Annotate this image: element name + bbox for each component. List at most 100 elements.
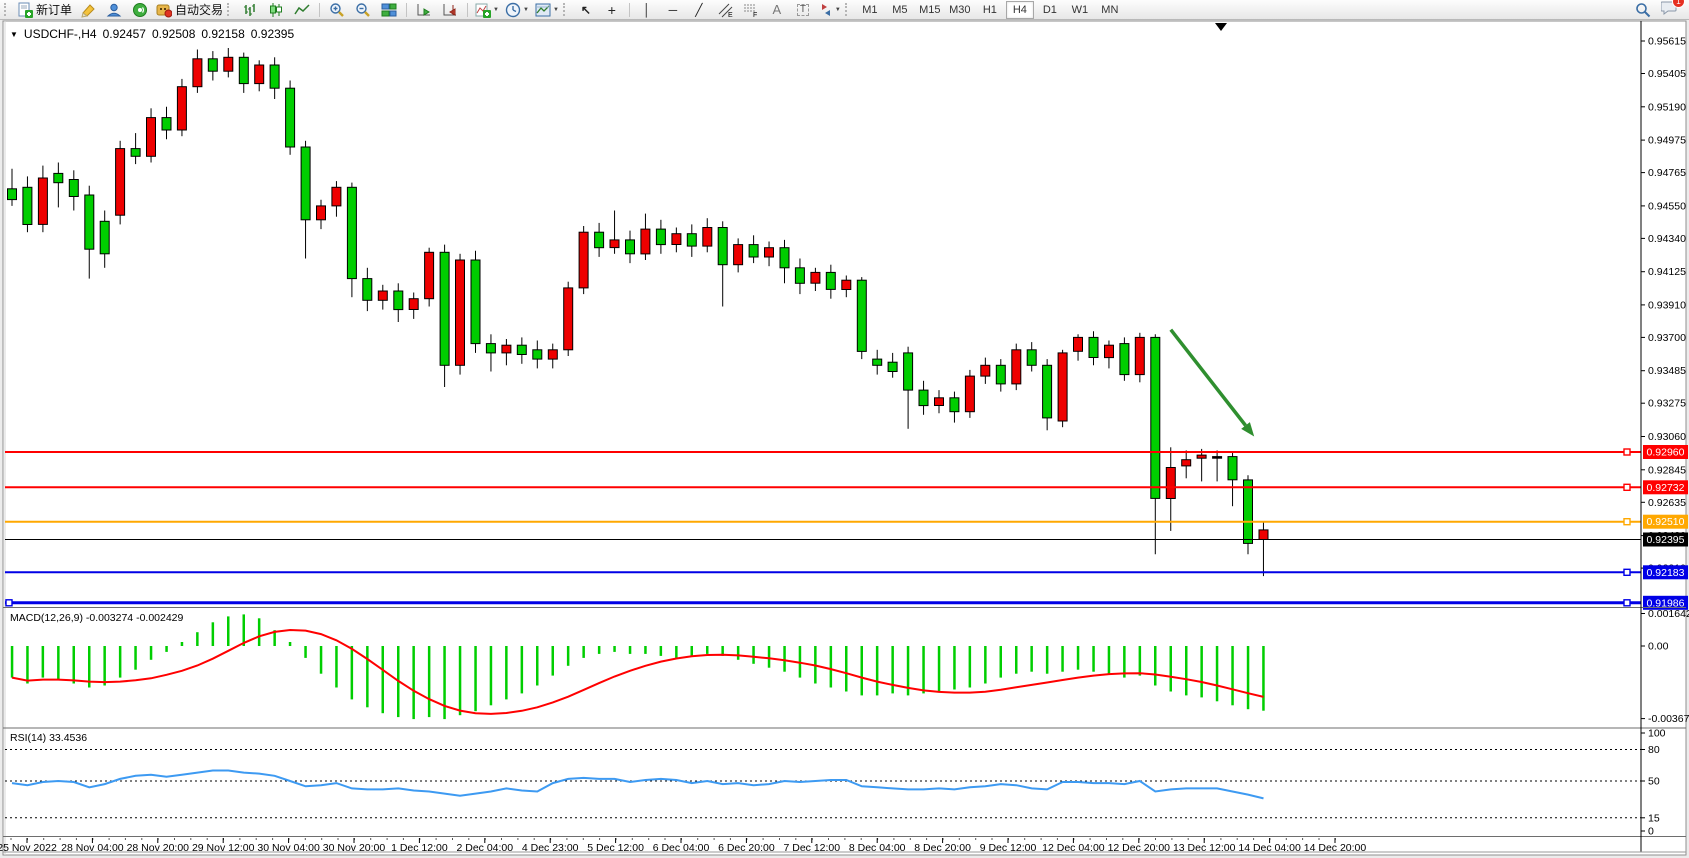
toolbar-separator <box>319 3 320 17</box>
candle-body <box>317 206 326 220</box>
line-handle[interactable] <box>6 600 12 606</box>
macd-histogram-bar <box>984 646 987 684</box>
line-chart-button[interactable] <box>289 0 315 20</box>
macd-histogram-bar <box>289 642 292 646</box>
text-button[interactable]: A <box>764 0 790 20</box>
periods-button[interactable]: ▼ <box>502 0 532 20</box>
timeframe-button-M15[interactable]: M15 <box>916 1 944 19</box>
price-tick-label: 0.94975 <box>1648 135 1686 147</box>
candle-body <box>208 59 217 71</box>
svg-text:0.92395: 0.92395 <box>1647 534 1685 546</box>
time-tick-label: 6 Dec 04:00 <box>653 842 710 854</box>
arrows-button[interactable]: ▼ <box>816 0 844 20</box>
candle-body <box>23 187 32 224</box>
indicators-button[interactable]: ▼ <box>472 0 502 20</box>
toolbar-grip[interactable] <box>227 3 234 16</box>
ohlc-close: 0.92395 <box>251 27 294 41</box>
horizontal-line-button[interactable]: ─ <box>660 0 686 20</box>
bar-chart-button[interactable] <box>237 0 263 20</box>
time-tick-label: 14 Dec 20:00 <box>1304 842 1367 854</box>
price-tick-label: 0.92845 <box>1648 464 1686 476</box>
candle-body <box>904 353 913 390</box>
macd-histogram-bar <box>1092 646 1095 672</box>
main-toolbar: 新订单 自动交易 ▼ ▼ <box>0 0 1689 20</box>
candlestick-chart-button[interactable] <box>263 0 289 20</box>
chat-button[interactable]: 1 <box>1661 0 1678 20</box>
candle-body <box>965 376 974 412</box>
community-icon <box>106 2 122 18</box>
time-tick-label: 7 Dec 12:00 <box>783 842 840 854</box>
timeframe-button-D1[interactable]: D1 <box>1036 1 1064 19</box>
horizontal-line-icon: ─ <box>669 4 678 16</box>
macd-histogram-bar <box>150 646 153 660</box>
toolbar-grip[interactable] <box>563 3 570 16</box>
cursor-icon: ↖ <box>581 4 591 16</box>
toolbar-grip[interactable] <box>4 3 11 16</box>
line-handle[interactable] <box>1624 484 1630 490</box>
svg-text:F: F <box>753 12 757 18</box>
timeframe-button-M5[interactable]: M5 <box>886 1 914 19</box>
auto-scroll-button[interactable] <box>411 0 437 20</box>
candlestick-chart-icon <box>268 2 284 18</box>
auto-trading-button[interactable]: 自动交易 <box>153 0 226 20</box>
candle-body <box>795 268 804 284</box>
macd-histogram-bar <box>598 646 601 654</box>
chart-title-expand-icon[interactable]: ▼ <box>10 30 18 39</box>
line-handle[interactable] <box>1624 569 1630 575</box>
macd-histogram-bar <box>891 646 894 693</box>
trend-line-button[interactable]: ╱ <box>686 0 712 20</box>
zoom-out-button[interactable] <box>350 0 376 20</box>
macd-histogram-bar <box>196 632 199 646</box>
macd-histogram-bar <box>165 646 168 652</box>
candle-body <box>1197 455 1206 458</box>
rsi-axis-label: 0 <box>1648 826 1654 838</box>
templates-button[interactable]: ▼ <box>532 0 562 20</box>
timeframe-button-M30[interactable]: M30 <box>946 1 974 19</box>
toolbar-grip[interactable] <box>845 3 852 16</box>
macd-histogram-bar <box>490 646 493 705</box>
candle-body <box>394 291 403 310</box>
candle-body <box>456 260 465 365</box>
zoom-in-button[interactable] <box>324 0 350 20</box>
fibonacci-button[interactable]: F <box>738 0 764 20</box>
vertical-line-icon: │ <box>643 4 651 16</box>
candle-body <box>1166 468 1175 499</box>
timeframe-button-H4[interactable]: H4 <box>1006 1 1034 19</box>
crosshair-button[interactable]: + <box>599 0 625 20</box>
line-handle[interactable] <box>1624 519 1630 525</box>
svg-text:E: E <box>728 12 733 18</box>
line-handle[interactable] <box>1624 600 1630 606</box>
community-button[interactable] <box>101 0 127 20</box>
search-icon[interactable] <box>1635 2 1651 18</box>
chart-shift-button[interactable] <box>437 0 463 20</box>
price-tick-label: 0.93060 <box>1648 431 1686 443</box>
timeframe-button-W1[interactable]: W1 <box>1066 1 1094 19</box>
new-order-button[interactable]: 新订单 <box>14 0 75 20</box>
equidistant-channel-button[interactable]: E <box>712 0 738 20</box>
signals-button[interactable] <box>127 0 153 20</box>
macd-histogram-bar <box>1015 646 1018 674</box>
macd-histogram-bar <box>42 646 45 678</box>
price-tick-label: 0.94550 <box>1648 200 1686 212</box>
candle-body <box>100 221 109 254</box>
candle-body <box>1043 365 1052 418</box>
timeframe-button-H1[interactable]: H1 <box>976 1 1004 19</box>
text-label-button[interactable]: T <box>790 0 816 20</box>
line-handle[interactable] <box>1624 449 1630 455</box>
macd-histogram-bar <box>1216 646 1219 701</box>
auto-scroll-icon <box>416 2 432 18</box>
highlighter-button[interactable] <box>75 0 101 20</box>
candle-body <box>548 350 557 359</box>
macd-histogram-bar <box>1077 646 1080 670</box>
timeframe-button-MN[interactable]: MN <box>1096 1 1124 19</box>
timeframe-button-M1[interactable]: M1 <box>856 1 884 19</box>
price-tick-label: 0.95615 <box>1648 36 1686 48</box>
vertical-line-button[interactable]: │ <box>634 0 660 20</box>
tile-windows-button[interactable] <box>376 0 402 20</box>
candle-body <box>332 187 341 206</box>
macd-label: MACD(12,26,9) -0.003274 -0.002429 <box>10 612 184 624</box>
macd-histogram-bar <box>1200 646 1203 697</box>
time-tick-label: 12 Dec 20:00 <box>1108 842 1171 854</box>
macd-histogram-bar <box>768 646 771 668</box>
cursor-button[interactable]: ↖ <box>573 0 599 20</box>
